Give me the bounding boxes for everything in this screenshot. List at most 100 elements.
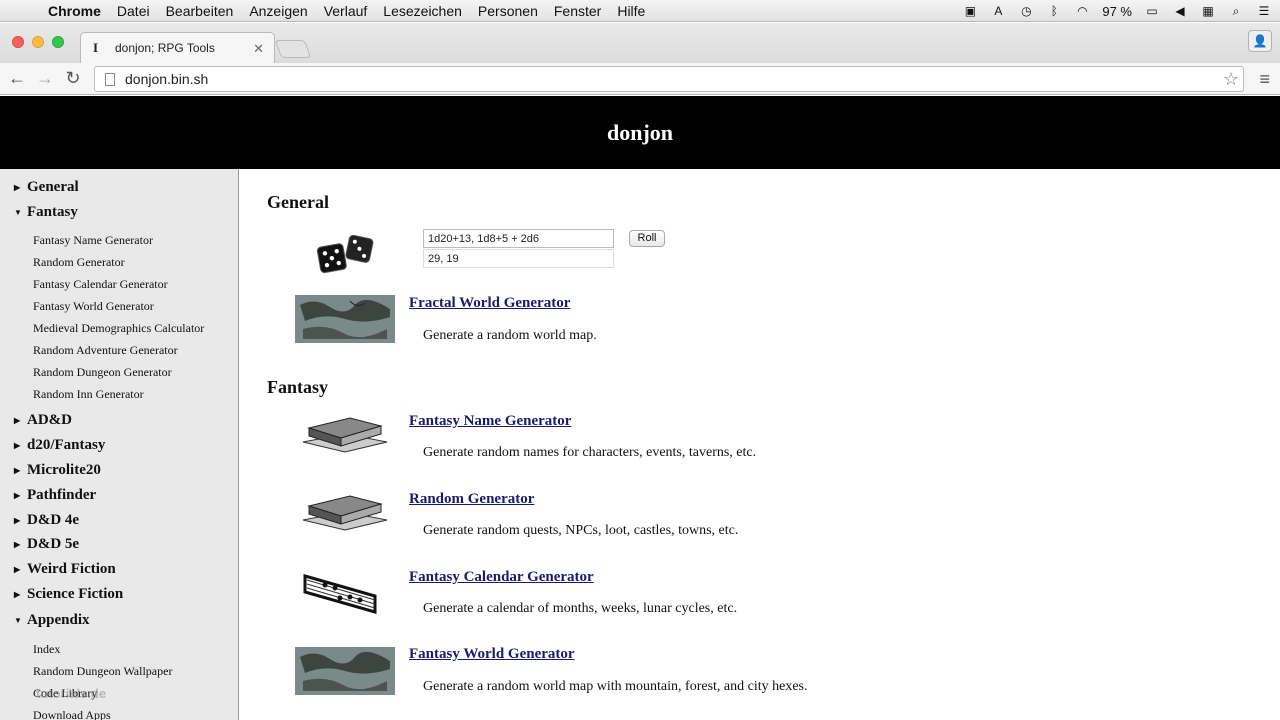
main-content: General Roll Fractal World Generator Gen… bbox=[240, 169, 1280, 720]
watermark-text: tutorials.de bbox=[36, 686, 107, 701]
dice-expression-input[interactable] bbox=[423, 229, 614, 248]
sidebar-section-add[interactable]: ▶ AD&D bbox=[14, 412, 72, 429]
address-bar[interactable]: donjon.bin.sh ☆ bbox=[94, 66, 1244, 92]
sidebar-item-fantasy-calendar-generator[interactable]: Fantasy Calendar Generator bbox=[33, 277, 168, 292]
sidebar-item-random-dungeon-generator[interactable]: Random Dungeon Generator bbox=[33, 365, 172, 380]
menu-hilfe[interactable]: Hilfe bbox=[609, 3, 653, 19]
sidebar-section-appendix[interactable]: ▼ Appendix bbox=[14, 612, 90, 629]
spotlight-search-icon[interactable]: ⌕ bbox=[1228, 4, 1244, 18]
time-machine-icon[interactable]: ◷ bbox=[1018, 4, 1034, 18]
macos-menu-bar: Chrome Datei Bearbeiten Anzeigen Verlauf… bbox=[0, 0, 1280, 22]
abacus-thumbnail[interactable] bbox=[295, 568, 395, 616]
sidebar-section-label: D&D 5e bbox=[27, 536, 80, 552]
browser-menu-icon[interactable]: ≡ bbox=[1259, 69, 1270, 90]
sidebar-item-random-dungeon-wallpaper[interactable]: Random Dungeon Wallpaper bbox=[33, 664, 172, 679]
sidebar-section-microlite20[interactable]: ▶ Microlite20 bbox=[14, 462, 101, 479]
sidebar-section-dnd-5e[interactable]: ▶ D&D 5e bbox=[14, 536, 79, 553]
url-text: donjon.bin.sh bbox=[125, 71, 209, 87]
fantasy-name-generator-desc: Generate random names for characters, ev… bbox=[423, 445, 757, 460]
bluetooth-icon[interactable]: ᛒ bbox=[1046, 4, 1062, 18]
sidebar-item-fantasy-name-generator[interactable]: Fantasy Name Generator bbox=[33, 233, 153, 248]
bookmark-star-icon[interactable]: ☆ bbox=[1223, 69, 1239, 90]
sidebar-item-medieval-demographics[interactable]: Medieval Demographics Calculator bbox=[33, 321, 204, 336]
menu-extras: ▣ A ◷ ᛒ ◠ 97 % ▭ ◀ ▦ ⌕ ☰ bbox=[962, 0, 1272, 22]
window-controls bbox=[12, 36, 64, 48]
close-window-icon[interactable] bbox=[12, 36, 24, 48]
section-heading-general: General bbox=[267, 192, 329, 212]
fractal-world-generator-desc: Generate a random world map. bbox=[423, 328, 597, 343]
dice-result-output bbox=[423, 249, 614, 268]
sidebar-section-label: Fantasy bbox=[27, 204, 78, 220]
zoom-window-icon[interactable] bbox=[52, 36, 64, 48]
wifi-icon[interactable]: ◠ bbox=[1074, 4, 1090, 18]
fractal-world-thumbnail[interactable] bbox=[295, 295, 395, 343]
sidebar-item-download-apps[interactable]: Download Apps bbox=[33, 708, 111, 720]
world-map-thumbnail[interactable] bbox=[295, 647, 395, 695]
expand-arrow-icon: ▶ bbox=[14, 416, 21, 425]
sidebar-section-label: D&D 4e bbox=[27, 512, 80, 528]
menu-bearbeiten[interactable]: Bearbeiten bbox=[158, 3, 242, 19]
notification-center-icon[interactable]: ☰ bbox=[1256, 4, 1272, 18]
menu-app-name[interactable]: Chrome bbox=[40, 3, 109, 19]
sidebar-section-label: Microlite20 bbox=[27, 462, 101, 478]
sidebar-section-label: AD&D bbox=[27, 412, 72, 428]
menu-lesezeichen[interactable]: Lesezeichen bbox=[375, 3, 470, 19]
fantasy-calendar-generator-desc: Generate a calendar of months, weeks, lu… bbox=[423, 601, 738, 616]
expand-arrow-icon: ▶ bbox=[14, 441, 21, 450]
fantasy-calendar-generator-link[interactable]: Fantasy Calendar Generator bbox=[409, 569, 594, 586]
expand-arrow-icon: ▶ bbox=[14, 466, 21, 475]
sidebar-section-weird-fiction[interactable]: ▶ Weird Fiction bbox=[14, 561, 116, 578]
site-header: donjon bbox=[0, 96, 1280, 169]
sidebar-section-general[interactable]: ▶ General bbox=[14, 179, 79, 196]
expand-arrow-icon: ▶ bbox=[14, 491, 21, 500]
menu-anzeigen[interactable]: Anzeigen bbox=[241, 3, 315, 19]
sidebar-section-dnd-4e[interactable]: ▶ D&D 4e bbox=[14, 512, 79, 529]
sidebar-nav: ▶ General ▼ Fantasy Fantasy Name Generat… bbox=[0, 169, 239, 720]
sidebar-section-label: Appendix bbox=[27, 612, 90, 628]
battery-percent: 97 % bbox=[1102, 3, 1132, 19]
sidebar-item-random-inn-generator[interactable]: Random Inn Generator bbox=[33, 387, 144, 402]
sidebar-section-label: Pathfinder bbox=[27, 487, 97, 503]
sidebar-item-random-generator[interactable]: Random Generator bbox=[33, 255, 125, 270]
battery-icon[interactable]: ▭ bbox=[1144, 4, 1160, 18]
browser-tab-strip: I donjon; RPG Tools ✕ 👤 bbox=[0, 23, 1280, 63]
back-arrow-icon[interactable]: ← bbox=[6, 67, 28, 89]
fantasy-name-generator-link[interactable]: Fantasy Name Generator bbox=[409, 413, 571, 430]
fantasy-world-generator-link[interactable]: Fantasy World Generator bbox=[409, 646, 575, 663]
adobe-icon[interactable]: A bbox=[990, 4, 1006, 18]
sidebar-section-label: Weird Fiction bbox=[27, 561, 116, 577]
random-generator-desc: Generate random quests, NPCs, loot, cast… bbox=[423, 523, 739, 538]
volume-icon[interactable]: ◀ bbox=[1172, 4, 1188, 18]
screen-record-icon[interactable]: ▣ bbox=[962, 4, 978, 18]
roll-button[interactable]: Roll bbox=[629, 230, 665, 247]
browser-tab[interactable]: I donjon; RPG Tools ✕ bbox=[80, 32, 275, 63]
sidebar-section-science-fiction[interactable]: ▶ Science Fiction bbox=[14, 586, 123, 603]
minimize-window-icon[interactable] bbox=[32, 36, 44, 48]
sidebar-item-index[interactable]: Index bbox=[33, 642, 60, 657]
reload-icon[interactable]: ↻ bbox=[62, 67, 84, 89]
sidebar-section-fantasy[interactable]: ▼ Fantasy bbox=[14, 204, 78, 221]
books-thumbnail[interactable] bbox=[295, 490, 395, 538]
fractal-world-generator-link[interactable]: Fractal World Generator bbox=[409, 295, 570, 312]
page-icon bbox=[105, 72, 115, 86]
menu-personen[interactable]: Personen bbox=[470, 3, 546, 19]
close-tab-icon[interactable]: ✕ bbox=[253, 41, 264, 57]
menu-fenster[interactable]: Fenster bbox=[546, 3, 609, 19]
keyboard-icon[interactable]: ▦ bbox=[1200, 4, 1216, 18]
forward-arrow-icon[interactable]: → bbox=[34, 67, 56, 89]
dice-icon bbox=[315, 231, 377, 277]
sidebar-item-random-adventure-generator[interactable]: Random Adventure Generator bbox=[33, 343, 178, 358]
site-title[interactable]: donjon bbox=[607, 120, 673, 146]
sidebar-item-fantasy-world-generator[interactable]: Fantasy World Generator bbox=[33, 299, 154, 314]
profile-icon[interactable]: 👤 bbox=[1248, 30, 1272, 52]
books-thumbnail[interactable] bbox=[295, 412, 395, 460]
random-generator-link[interactable]: Random Generator bbox=[409, 491, 534, 508]
sidebar-section-pathfinder[interactable]: ▶ Pathfinder bbox=[14, 487, 96, 504]
new-tab-button[interactable] bbox=[274, 40, 312, 58]
collapse-arrow-icon: ▼ bbox=[14, 208, 22, 217]
menu-datei[interactable]: Datei bbox=[109, 3, 158, 19]
section-heading-fantasy: Fantasy bbox=[267, 377, 329, 397]
menu-verlauf[interactable]: Verlauf bbox=[316, 3, 376, 19]
sidebar-section-d20-fantasy[interactable]: ▶ d20/Fantasy bbox=[14, 437, 105, 454]
expand-arrow-icon: ▶ bbox=[14, 590, 21, 599]
